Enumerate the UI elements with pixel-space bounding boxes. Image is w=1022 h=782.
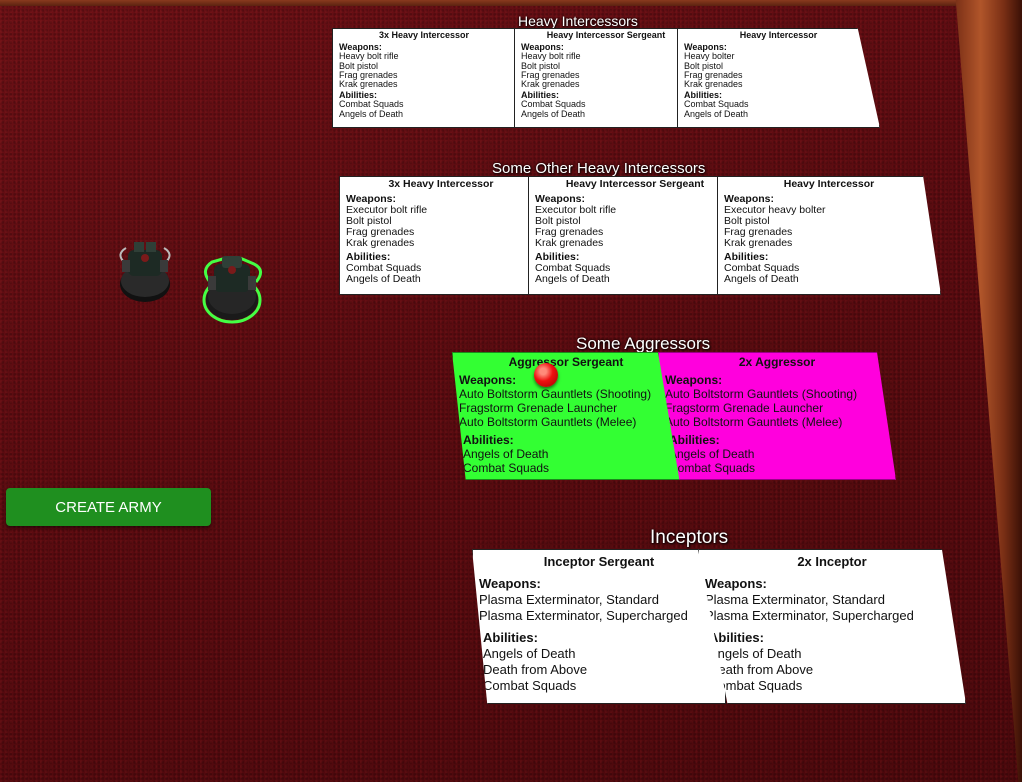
ability-item: Angels of Death bbox=[346, 273, 421, 285]
create-army-button[interactable]: CREATE ARMY bbox=[6, 488, 211, 526]
group-title-inceptors: Inceptors bbox=[650, 527, 729, 548]
weapons-label: Weapons: bbox=[665, 373, 723, 387]
ability-item: Death from Above bbox=[709, 662, 814, 677]
unit-name: 3x Heavy Intercessor bbox=[388, 178, 494, 190]
ability-item: Angels of Death bbox=[535, 273, 610, 285]
weapons-label: Weapons: bbox=[705, 576, 767, 591]
unit-card[interactable]: 2x Inceptor Weapons: Plasma Exterminator… bbox=[698, 549, 966, 704]
group-title-some-other-heavy-intercessors: Some Other Heavy Intercessors bbox=[492, 160, 706, 177]
weapon-item: Auto Boltstorm Gauntlets (Shooting) bbox=[665, 387, 858, 401]
weapon-item: Krak grenades bbox=[724, 237, 793, 249]
weapon-item: Auto Boltstorm Gauntlets (Melee) bbox=[459, 415, 637, 429]
weapon-item: Krak grenades bbox=[339, 79, 398, 90]
red-pushpin-icon[interactable] bbox=[534, 363, 558, 387]
ability-item: Combat Squads bbox=[709, 678, 803, 693]
ability-item: Angels of Death bbox=[483, 646, 576, 661]
weapons-label: Weapons: bbox=[479, 576, 541, 591]
space-marine-miniature-icon[interactable] bbox=[112, 236, 182, 306]
unit-name: 3x Heavy Intercessor bbox=[378, 30, 470, 40]
weapon-item: Auto Boltstorm Gauntlets (Melee) bbox=[665, 415, 843, 429]
unit-name: Inceptor Sergeant bbox=[543, 554, 655, 569]
unit-card[interactable]: 3x Heavy Intercessor Weapons: Executor b… bbox=[339, 176, 543, 295]
unit-card-green[interactable]: Aggressor Sergeant Weapons: Auto Boltsto… bbox=[452, 352, 680, 480]
unit-card[interactable]: Heavy Intercessor Sergeant Weapons: Exec… bbox=[528, 176, 742, 295]
ability-item: Angels of Death bbox=[463, 447, 549, 461]
unit-name: Heavy Intercessor Sergeant bbox=[546, 30, 666, 40]
weapon-item: Krak grenades bbox=[521, 79, 580, 90]
weapon-item: Fragstorm Grenade Launcher bbox=[459, 401, 618, 415]
ability-item: Combat Squads bbox=[463, 461, 550, 475]
weapon-item: Auto Boltstorm Gauntlets (Shooting) bbox=[459, 387, 652, 401]
group-title-some-aggressors: Some Aggressors bbox=[576, 334, 711, 353]
unit-card[interactable]: Heavy Intercessor Sergeant Weapons: Heav… bbox=[514, 28, 698, 128]
weapons-label: Weapons: bbox=[459, 373, 517, 387]
weapon-item: Fragstorm Grenade Launcher bbox=[665, 401, 824, 415]
unit-card[interactable]: Heavy Intercessor Weapons: Heavy bolter … bbox=[677, 28, 880, 128]
space-marine-miniature-icon[interactable] bbox=[196, 248, 272, 328]
abilities-label: Abilities: bbox=[709, 630, 764, 645]
abilities-label: Abilities: bbox=[669, 433, 720, 447]
weapon-item: Plasma Exterminator, Standard bbox=[705, 592, 885, 607]
group-title-heavy-intercessors: Heavy Intercessors bbox=[518, 13, 638, 29]
ability-item: Angels of Death bbox=[684, 108, 749, 119]
weapon-item: Plasma Exterminator, Standard bbox=[479, 592, 659, 607]
table-rail-top bbox=[0, 0, 1022, 6]
ability-item: Angels of Death bbox=[339, 108, 404, 119]
ability-item: Combat Squads bbox=[483, 678, 577, 693]
ability-item: Angels of Death bbox=[724, 273, 799, 285]
weapon-item: Krak grenades bbox=[684, 79, 743, 90]
unit-name: 2x Inceptor bbox=[797, 554, 867, 569]
abilities-label: Abilities: bbox=[483, 630, 538, 645]
unit-card-magenta[interactable]: 2x Aggressor Weapons: Auto Boltstorm Gau… bbox=[658, 352, 896, 480]
ability-item: Death from Above bbox=[483, 662, 588, 677]
unit-card[interactable]: Heavy Intercessor Weapons: Executor heav… bbox=[717, 176, 941, 295]
unit-name: 2x Aggressor bbox=[738, 355, 816, 369]
unit-name: Aggressor Sergeant bbox=[508, 355, 624, 369]
abilities-label: Abilities: bbox=[463, 433, 514, 447]
ability-item: Combat Squads bbox=[669, 461, 756, 475]
ability-item: Angels of Death bbox=[521, 108, 586, 119]
unit-name: Heavy Intercessor Sergeant bbox=[565, 178, 705, 190]
unit-name: Heavy Intercessor bbox=[783, 178, 875, 190]
unit-card[interactable]: Inceptor Sergeant Weapons: Plasma Exterm… bbox=[472, 549, 726, 704]
weapon-item: Plasma Exterminator, Supercharged bbox=[705, 608, 914, 623]
weapon-item: Krak grenades bbox=[535, 237, 604, 249]
unit-card[interactable]: 3x Heavy Intercessor Weapons: Heavy bolt… bbox=[332, 28, 516, 128]
ability-item: Angels of Death bbox=[669, 447, 755, 461]
ability-item: Angels of Death bbox=[709, 646, 802, 661]
weapon-item: Plasma Exterminator, Supercharged bbox=[479, 608, 688, 623]
weapon-item: Krak grenades bbox=[346, 237, 415, 249]
unit-name: Heavy Intercessor bbox=[739, 30, 818, 40]
